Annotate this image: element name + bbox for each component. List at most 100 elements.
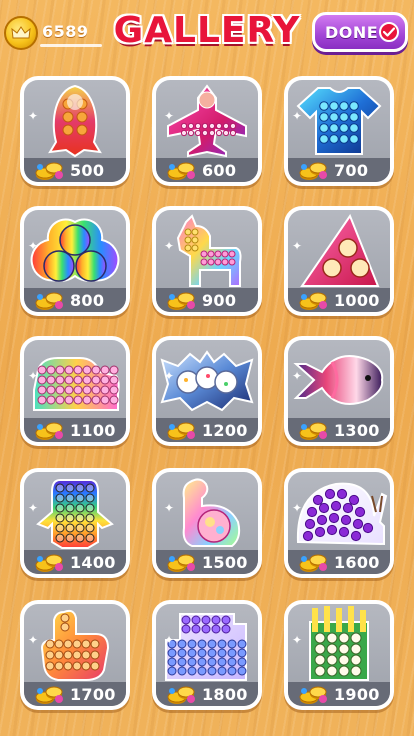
sparkle-icon: ✦	[28, 239, 39, 253]
rocket-popit-icon	[24, 80, 126, 160]
price-bar: 1400	[24, 550, 126, 574]
checkmark-icon	[379, 22, 399, 42]
item-price: 1400	[70, 552, 116, 572]
item-price: 700	[334, 160, 369, 180]
price-bar: 1000	[288, 288, 390, 312]
coins-pile-icon	[298, 289, 328, 311]
sparkle-icon: ✦	[28, 501, 39, 515]
item-price: 1700	[70, 684, 116, 704]
item-price: 600	[202, 160, 237, 180]
item-price: 1300	[334, 420, 380, 440]
sparkle-icon: ✦	[164, 369, 175, 383]
gallery-item-1600[interactable]: ✦ 1600	[284, 468, 394, 578]
gallery-item-panel: ✦ 1000	[288, 210, 390, 312]
page-title: GALLERY	[113, 10, 301, 51]
gallery-item-800[interactable]: ✦ 800	[20, 206, 130, 316]
gallery-item-panel: ✦ 1400	[24, 472, 126, 574]
crown-coin-icon	[4, 16, 38, 50]
coin-balance: 6589	[42, 22, 89, 41]
gallery-item-panel: ✦ 600	[156, 80, 258, 182]
fries-popit-icon	[288, 604, 390, 684]
gallery-item-1300[interactable]: ✦ 1300	[284, 336, 394, 446]
price-bar: 900	[156, 288, 258, 312]
gallery-item-panel: ✦ 1100	[24, 340, 126, 442]
sparkle-icon: ✦	[164, 501, 175, 515]
price-bar: 500	[24, 158, 126, 182]
item-price: 1200	[202, 420, 248, 440]
gallery-item-panel: ✦ 1600	[288, 472, 390, 574]
gallery-item-500[interactable]: ✦ 500	[20, 76, 130, 186]
gallery-item-panel: ✦ 900	[156, 210, 258, 312]
sparkle-icon: ✦	[292, 501, 303, 515]
coins-pile-icon	[166, 551, 196, 573]
sparkle-icon: ✦	[164, 109, 175, 123]
price-bar: 1700	[24, 682, 126, 706]
gallery-item-panel: ✦ 800	[24, 210, 126, 312]
gallery-item-1100[interactable]: ✦ 1100	[20, 336, 130, 446]
price-bar: 1500	[156, 550, 258, 574]
gallery-item-panel: ✦ 1900	[288, 604, 390, 706]
gallery-item-panel: ✦ 1300	[288, 340, 390, 442]
item-price: 1000	[334, 290, 380, 310]
gallery-item-panel: ✦ 700	[288, 80, 390, 182]
gallery-item-1200[interactable]: ✦ 1200	[152, 336, 262, 446]
item-price: 900	[202, 290, 237, 310]
sparkle-icon: ✦	[292, 109, 303, 123]
item-price: 1500	[202, 552, 248, 572]
sparkle-icon: ✦	[292, 369, 303, 383]
gallery-item-1900[interactable]: ✦ 1900	[284, 600, 394, 710]
item-price: 1800	[202, 684, 248, 704]
sparkle-icon: ✦	[28, 633, 39, 647]
sparkle-icon: ✦	[292, 239, 303, 253]
gallery-item-1500[interactable]: ✦ 1500	[152, 468, 262, 578]
gallery-item-1700[interactable]: ✦ 1700	[20, 600, 130, 710]
gallery-item-900[interactable]: ✦ 900	[152, 206, 262, 316]
done-button[interactable]: DONE	[312, 12, 408, 52]
penguin-popit-icon	[24, 472, 126, 552]
gallery-item-panel: ✦ 1500	[156, 472, 258, 574]
gallery-item-panel: ✦ 500	[24, 80, 126, 182]
coins-pile-icon	[34, 289, 64, 311]
snail-popit-icon	[288, 472, 390, 552]
gallery-item-panel: ✦ 1200	[156, 340, 258, 442]
coins-pile-icon	[298, 159, 328, 181]
gallery-item-600[interactable]: ✦ 600	[152, 76, 262, 186]
triple-circle-popit-icon	[24, 210, 126, 290]
price-bar: 1600	[288, 550, 390, 574]
coins-pile-icon	[298, 419, 328, 441]
price-bar: 1100	[24, 418, 126, 442]
fish-popit-icon	[288, 340, 390, 420]
coins-pile-icon	[34, 551, 64, 573]
price-bar: 1300	[288, 418, 390, 442]
item-price: 500	[70, 160, 105, 180]
sparkle-icon: ✦	[164, 633, 175, 647]
price-bar: 800	[24, 288, 126, 312]
item-price: 800	[70, 290, 105, 310]
sparkle-icon: ✦	[28, 369, 39, 383]
sparkle-icon: ✦	[292, 633, 303, 647]
coins-pile-icon	[166, 159, 196, 181]
coin-balance-underline	[40, 44, 102, 47]
coins-pile-icon	[34, 419, 64, 441]
coins-pile-icon	[34, 159, 64, 181]
coins-pile-icon	[298, 683, 328, 705]
coins-pile-icon	[166, 683, 196, 705]
item-price: 1600	[334, 552, 380, 572]
sparkle-icon: ✦	[28, 109, 39, 123]
gallery-item-panel: ✦ 1800	[156, 604, 258, 706]
price-bar: 600	[156, 158, 258, 182]
price-bar: 1800	[156, 682, 258, 706]
coins-pile-icon	[166, 289, 196, 311]
coins-pile-icon	[166, 419, 196, 441]
gallery-item-1400[interactable]: ✦ 1400	[20, 468, 130, 578]
item-price: 1900	[334, 684, 380, 704]
price-bar: 1200	[156, 418, 258, 442]
coins-pile-icon	[298, 551, 328, 573]
gallery-item-1800[interactable]: ✦ 1800	[152, 600, 262, 710]
car-popit-icon	[24, 340, 126, 420]
coins-pile-icon	[34, 683, 64, 705]
sparkle-icon: ✦	[164, 239, 175, 253]
gallery-item-700[interactable]: ✦ 700	[284, 76, 394, 186]
gallery-item-1000[interactable]: ✦ 1000	[284, 206, 394, 316]
price-bar: 700	[288, 158, 390, 182]
